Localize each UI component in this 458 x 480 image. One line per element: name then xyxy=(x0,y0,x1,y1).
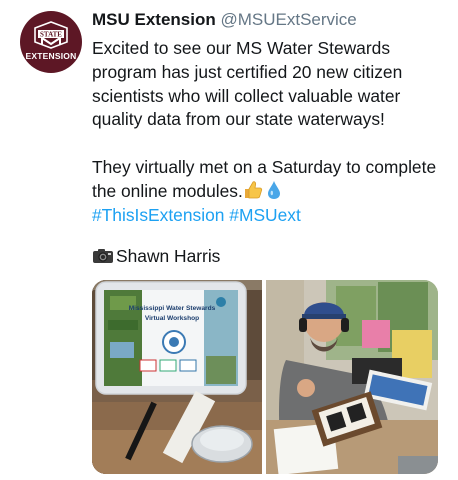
tablet-workshop-photo[interactable]: Mississippi Water Stewards Virtual Works… xyxy=(92,280,262,474)
tweet-text-paragraph-2: They virtually met on a Saturday to comp… xyxy=(92,156,452,204)
avatar-label: EXTENSION xyxy=(25,51,77,61)
volunteer-illustration xyxy=(266,280,438,474)
msu-state-logo-icon: STATE xyxy=(34,21,68,49)
hashtag-msuext[interactable]: #MSUext xyxy=(229,205,301,225)
avatar[interactable]: STATE EXTENSION xyxy=(20,11,82,73)
tweet-text-paragraph-1: Excited to see our MS Water Stewards pro… xyxy=(92,38,403,130)
user-handle[interactable]: @MSUExtService xyxy=(220,10,356,29)
tweet-body: Excited to see our MS Water Stewards pro… xyxy=(92,37,452,228)
volunteer-photo[interactable] xyxy=(266,280,438,474)
avatar-crest-text: STATE xyxy=(40,31,62,39)
hashtag-thisisextension[interactable]: #ThisIsExtension xyxy=(92,205,224,225)
camera-icon xyxy=(93,249,113,263)
tablet-title-line-2: Virtual Workshop xyxy=(145,315,199,322)
photo-credit: Shawn Harris xyxy=(92,246,220,267)
droplet-icon xyxy=(267,180,280,199)
thumbs-up-icon xyxy=(244,181,262,199)
tablet-title-line-1: Mississippi Water Stewards xyxy=(129,305,216,312)
display-name[interactable]: MSU Extension xyxy=(92,10,216,29)
tweet-text-line-2: They virtually met on a Saturday to comp… xyxy=(92,157,437,201)
photo-credit-name: Shawn Harris xyxy=(116,246,221,266)
tweet-header: MSU Extension @MSUExtService xyxy=(92,10,357,30)
tablet-workshop-illustration: Mississippi Water Stewards Virtual Works… xyxy=(92,280,262,474)
hashtags: #ThisIsExtension #MSUext xyxy=(92,204,452,228)
